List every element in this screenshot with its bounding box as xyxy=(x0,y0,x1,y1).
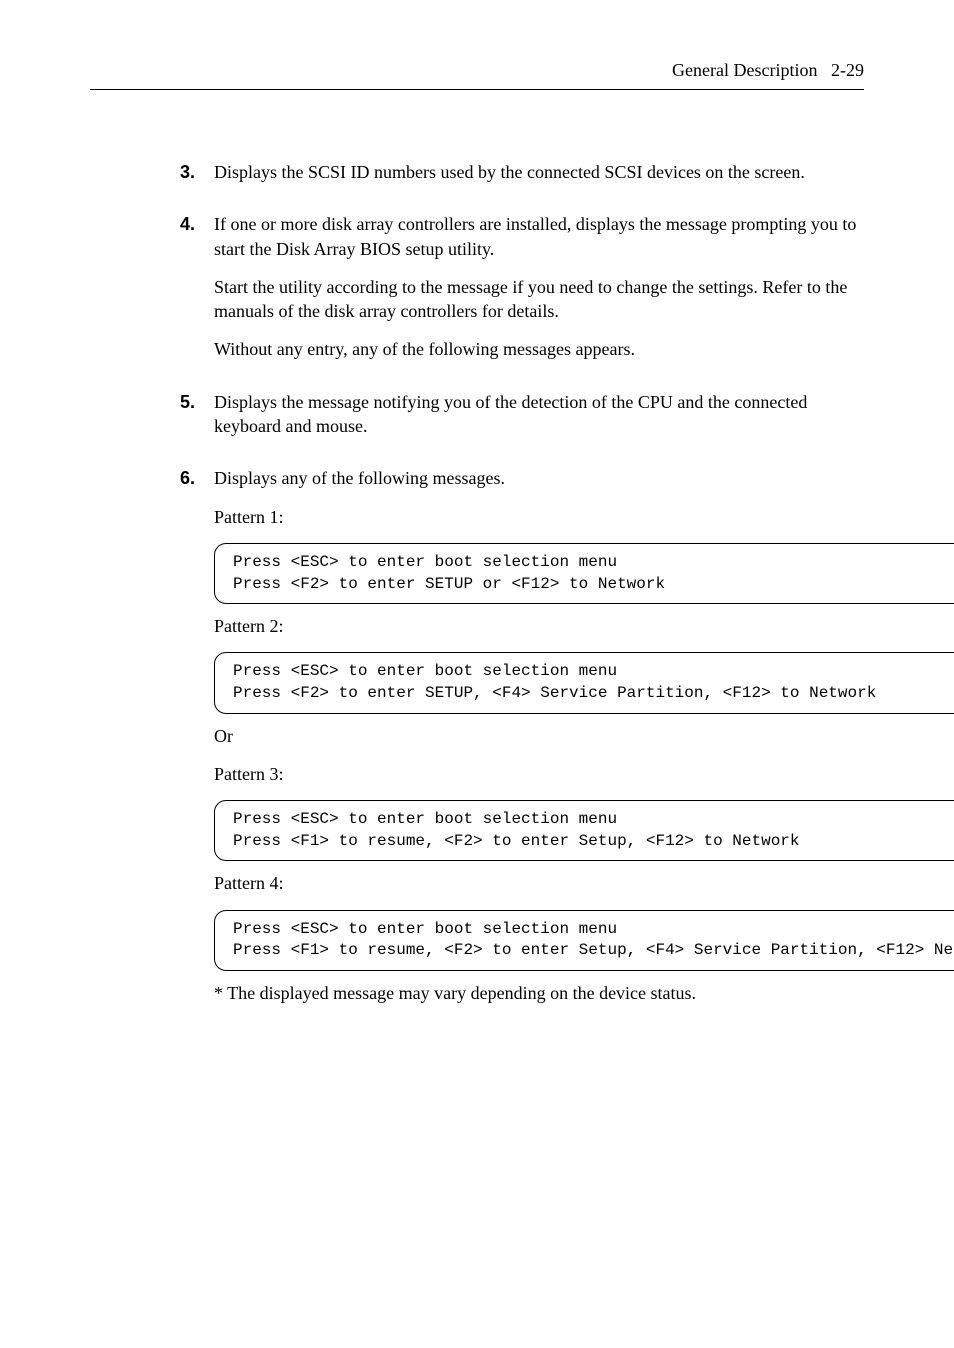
message-box-pattern-3: Press <ESC> to enter boot selection menu… xyxy=(214,800,954,861)
paragraph: Start the utility according to the messa… xyxy=(214,275,864,324)
list-item-5: 5. Displays the message notifying you of… xyxy=(180,390,864,453)
header-page-ref: 2-29 xyxy=(831,60,864,80)
item-body: Displays the SCSI ID numbers used by the… xyxy=(214,160,864,198)
header-section-title: General Description xyxy=(672,60,817,80)
pattern-label-4: Pattern 4: xyxy=(214,871,954,895)
list-item-6: 6. Displays any of the following message… xyxy=(180,466,864,1019)
item-number: 4. xyxy=(180,212,214,375)
page-header: General Description 2-29 xyxy=(90,60,864,90)
paragraph: Displays the message notifying you of th… xyxy=(214,390,864,439)
pattern-label-2: Pattern 2: xyxy=(214,614,954,638)
item-number: 6. xyxy=(180,466,214,1019)
item-body: Displays any of the following messages. … xyxy=(214,466,954,1019)
pattern-label-3: Pattern 3: xyxy=(214,762,954,786)
message-box-pattern-4: Press <ESC> to enter boot selection menu… xyxy=(214,910,954,971)
message-box-pattern-2: Press <ESC> to enter boot selection menu… xyxy=(214,652,954,713)
item-body: If one or more disk array controllers ar… xyxy=(214,212,864,375)
paragraph: If one or more disk array controllers ar… xyxy=(214,212,864,261)
item-number: 5. xyxy=(180,390,214,453)
list-item-3: 3. Displays the SCSI ID numbers used by … xyxy=(180,160,864,198)
or-label: Or xyxy=(214,724,954,748)
item-number: 3. xyxy=(180,160,214,198)
paragraph: Without any entry, any of the following … xyxy=(214,337,864,361)
page-content: 3. Displays the SCSI ID numbers used by … xyxy=(90,160,864,1019)
message-box-pattern-1: Press <ESC> to enter boot selection menu… xyxy=(214,543,954,604)
paragraph: Displays the SCSI ID numbers used by the… xyxy=(214,160,864,184)
pattern-label-1: Pattern 1: xyxy=(214,505,954,529)
list-item-4: 4. If one or more disk array controllers… xyxy=(180,212,864,375)
paragraph: Displays any of the following messages. xyxy=(214,466,954,490)
footnote: * The displayed message may vary dependi… xyxy=(214,981,954,1005)
item-body: Displays the message notifying you of th… xyxy=(214,390,864,453)
